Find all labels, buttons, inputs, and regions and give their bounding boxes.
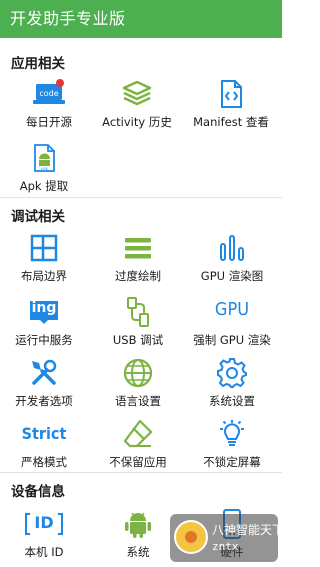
globe-icon — [122, 357, 154, 389]
app-bar-title: 开发助手专业版 — [0, 0, 282, 38]
tile-label: 语言设置 — [115, 394, 161, 408]
id-icon: ID — [24, 508, 64, 540]
tile-label: GPU 渲染图 — [200, 269, 264, 283]
tile-developer-options[interactable]: 开发者选项 — [0, 353, 91, 415]
gear-icon — [216, 357, 248, 389]
tile-label: 每日开源 — [26, 115, 72, 129]
tile-label: 不锁定屏幕 — [203, 455, 261, 469]
tile-label: 严格模式 — [21, 455, 67, 469]
running-icon-text: ing — [31, 300, 57, 316]
tile-dont-keep-activities[interactable]: 不保留应用 — [91, 414, 185, 476]
section-title-debug: 调试相关 — [11, 209, 65, 225]
tile-device-id[interactable]: ID 本机 ID — [0, 504, 91, 566]
tile-manifest-view[interactable]: Manifest 查看 — [184, 74, 278, 136]
tile-label: 开发者选项 — [15, 394, 73, 408]
apk-file-icon: APK — [28, 142, 60, 174]
overdraw-bars-icon — [122, 232, 154, 264]
tile-label: 不保留应用 — [109, 455, 167, 469]
tile-label: USB 调试 — [112, 333, 164, 347]
tile-force-gpu-render[interactable]: GPU 强制 GPU 渲染 — [185, 292, 279, 354]
section-title-app: 应用相关 — [11, 56, 65, 72]
bulb-icon — [216, 418, 248, 450]
watermark: 八神智能天下 zntx — [170, 514, 284, 562]
section-title-device: 设备信息 — [11, 484, 65, 500]
tile-running-services[interactable]: ing 运行中服务 — [0, 292, 91, 354]
tile-daily-open-source[interactable]: code 每日开源 — [2, 74, 96, 136]
tile-language-settings[interactable]: 语言设置 — [91, 353, 185, 415]
tile-overdraw[interactable]: 过度绘制 — [91, 228, 185, 290]
tile-label: 本机 ID — [24, 545, 64, 559]
watermark-text: 八神智能天下 — [212, 523, 285, 537]
tile-gpu-render-graph[interactable]: GPU 渲染图 — [185, 228, 279, 290]
tile-usb-debugging[interactable]: USB 调试 — [91, 292, 185, 354]
notification-badge — [56, 79, 64, 87]
tile-label: Manifest 查看 — [193, 115, 269, 129]
file-code-icon — [215, 78, 247, 110]
strict-icon-text: Strict — [21, 424, 67, 443]
code-laptop-icon: code — [33, 78, 65, 110]
layers-icon — [121, 78, 153, 110]
tile-label: 系统设置 — [209, 394, 255, 408]
tile-layout-bounds[interactable]: 布局边界 — [0, 228, 91, 290]
running-service-icon: ing — [28, 296, 60, 328]
tile-system-settings[interactable]: 系统设置 — [185, 353, 279, 415]
gpu-icon-text: GPU — [214, 299, 250, 320]
tile-label: 过度绘制 — [115, 269, 161, 283]
strict-text-icon: Strict — [16, 418, 72, 450]
gpu-bars-icon — [216, 232, 248, 264]
watermark-logo-icon — [174, 520, 208, 554]
tile-apk-extract[interactable]: APK Apk 提取 — [0, 138, 91, 200]
svg-text:APK: APK — [41, 167, 49, 171]
android-icon — [122, 508, 154, 540]
watermark-subtext: zntx — [212, 540, 239, 553]
tools-icon — [28, 357, 60, 389]
tile-label: 强制 GPU 渲染 — [193, 333, 271, 347]
section-divider — [0, 197, 282, 198]
tile-stay-awake[interactable]: 不锁定屏幕 — [185, 414, 279, 476]
tile-strict-mode[interactable]: Strict 严格模式 — [0, 414, 91, 476]
gpu-text-icon: GPU — [208, 296, 256, 328]
tile-label: Activity 历史 — [102, 115, 172, 129]
section-divider — [0, 472, 282, 473]
eraser-icon — [122, 418, 154, 450]
usb-icon — [122, 296, 154, 328]
tile-label: 布局边界 — [21, 269, 67, 283]
id-icon-text: ID — [34, 513, 54, 532]
tile-label: 运行中服务 — [15, 333, 73, 347]
svg-text:code: code — [39, 89, 58, 98]
tile-label: Apk 提取 — [19, 179, 69, 193]
layout-grid-icon — [28, 232, 60, 264]
tile-activity-history[interactable]: Activity 历史 — [90, 74, 184, 136]
